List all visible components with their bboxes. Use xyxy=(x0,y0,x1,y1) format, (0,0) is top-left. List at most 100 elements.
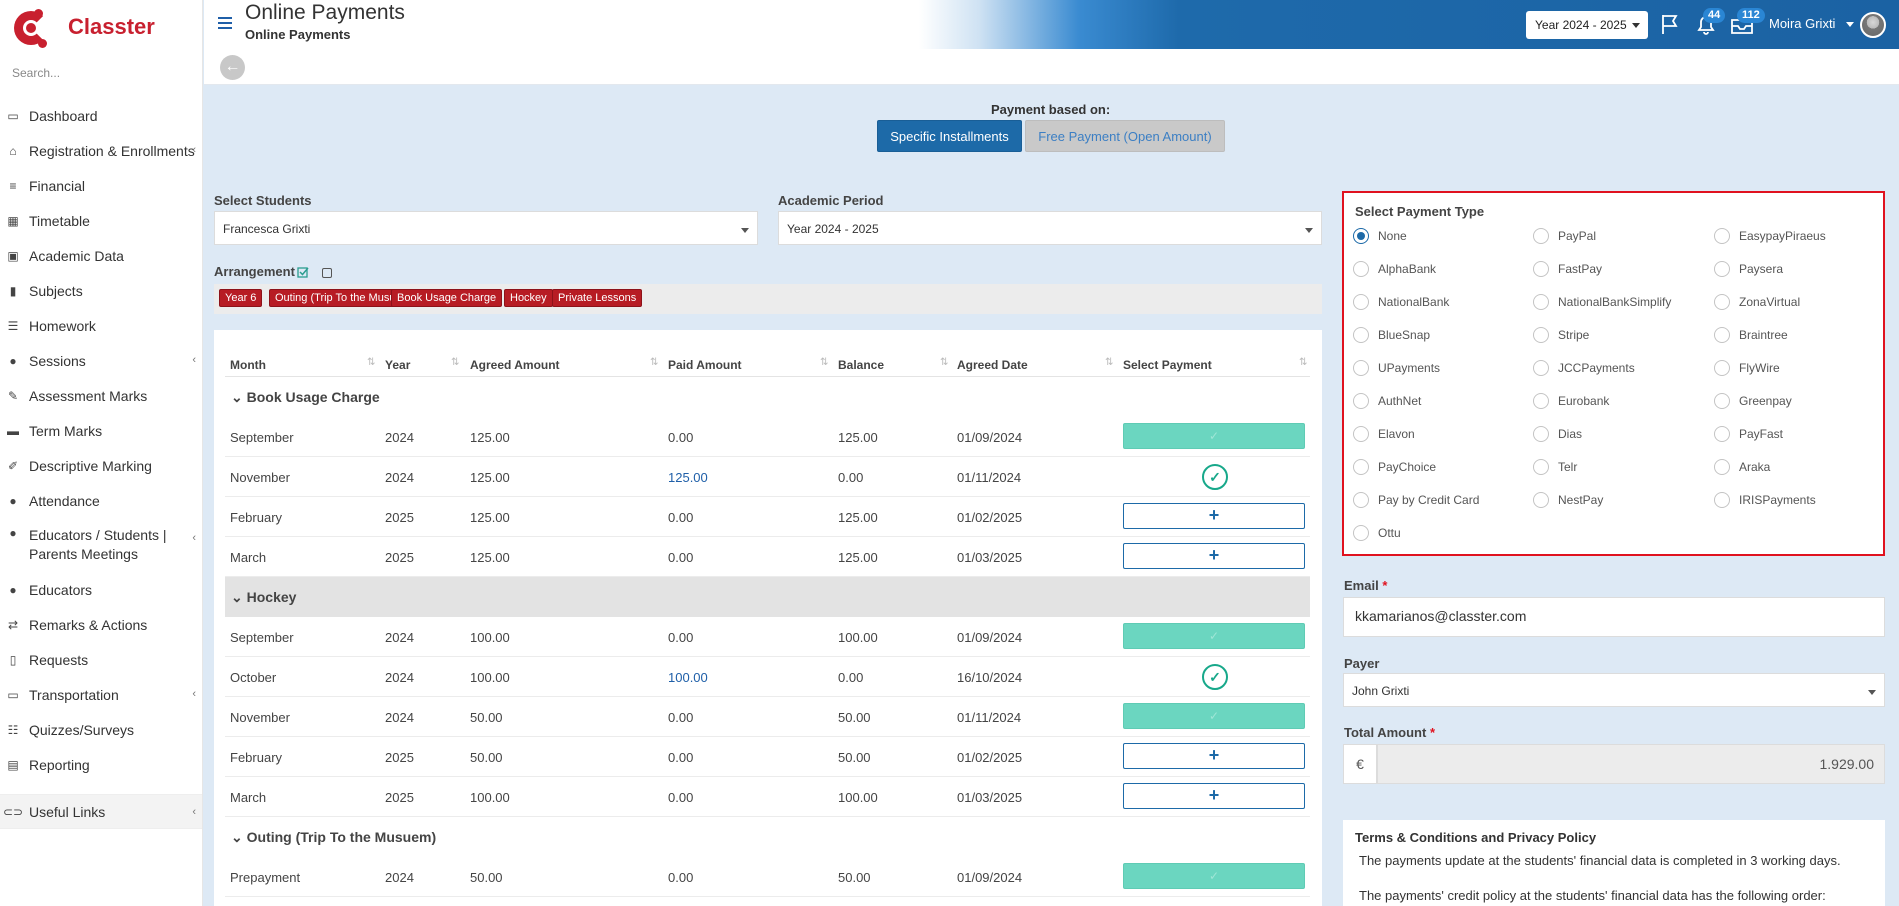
square-icon[interactable] xyxy=(322,268,332,278)
column-header[interactable]: Month xyxy=(230,358,266,372)
payment-option-stripe[interactable]: Stripe xyxy=(1533,327,1589,343)
sidebar-item[interactable]: ● Attendance xyxy=(0,483,202,518)
sort-icon[interactable]: ⇅ xyxy=(1299,357,1307,368)
payment-option-fastpay[interactable]: FastPay xyxy=(1533,261,1602,277)
free-payment-button[interactable]: Free Payment (Open Amount) xyxy=(1025,120,1225,152)
column-header[interactable]: Year xyxy=(385,358,410,372)
group-row[interactable]: ⌄ Book Usage Charge xyxy=(225,377,1310,417)
user-caret-icon[interactable] xyxy=(1846,22,1854,27)
sidebar-item[interactable]: ● Sessions ‹ xyxy=(0,343,202,378)
sidebar-item[interactable]: ▭ Transportation ‹ xyxy=(0,677,202,712)
column-header[interactable]: Agreed Amount xyxy=(470,358,560,372)
radio-button[interactable] xyxy=(1353,294,1369,310)
payment-option-authnet[interactable]: AuthNet xyxy=(1353,393,1421,409)
radio-button[interactable] xyxy=(1353,492,1369,508)
radio-button[interactable] xyxy=(1353,261,1369,277)
add-payment-button[interactable]: + xyxy=(1123,543,1305,569)
specific-installments-button[interactable]: Specific Installments xyxy=(877,120,1022,152)
radio-button[interactable] xyxy=(1714,459,1730,475)
email-field[interactable]: kkamarianos@classter.com xyxy=(1343,597,1885,637)
radio-button[interactable] xyxy=(1714,360,1730,376)
year-select[interactable]: Year 2024 - 2025 xyxy=(1526,11,1648,39)
payment-option-paypal[interactable]: PayPal xyxy=(1533,228,1596,244)
sidebar-item[interactable]: ▣ Academic Data xyxy=(0,238,202,273)
sort-icon[interactable]: ⇅ xyxy=(1105,357,1113,368)
payment-option-braintree[interactable]: Braintree xyxy=(1714,327,1788,343)
radio-button[interactable] xyxy=(1353,525,1369,541)
radio-button[interactable] xyxy=(1714,492,1730,508)
sort-icon[interactable]: ⇅ xyxy=(367,357,375,368)
sidebar-item[interactable]: ☰ Homework xyxy=(0,308,202,343)
sidebar-item[interactable]: ▦ Timetable xyxy=(0,203,202,238)
sidebar-item[interactable]: ▭ Dashboard xyxy=(0,98,202,133)
sidebar-item[interactable]: ⇄ Remarks & Actions xyxy=(0,607,202,642)
radio-button[interactable] xyxy=(1533,261,1549,277)
sidebar-item[interactable]: ✐ Descriptive Marking xyxy=(0,448,202,483)
sort-icon[interactable]: ⇅ xyxy=(650,357,658,368)
arrangement-tag[interactable]: Year 6 xyxy=(219,289,263,307)
add-payment-button[interactable]: + xyxy=(1123,743,1305,769)
payment-option-ottu[interactable]: Ottu xyxy=(1353,525,1401,541)
back-arrow-icon[interactable]: ← xyxy=(220,55,245,80)
payment-option-upayments[interactable]: UPayments xyxy=(1353,360,1440,376)
payment-option-payfast[interactable]: PayFast xyxy=(1714,426,1783,442)
payment-option-dias[interactable]: Dias xyxy=(1533,426,1582,442)
payment-option-pay-by-credit-card[interactable]: Pay by Credit Card xyxy=(1353,492,1479,508)
column-header[interactable]: Select Payment xyxy=(1123,358,1212,372)
radio-button[interactable] xyxy=(1353,360,1369,376)
payment-option-irispayments[interactable]: IRISPayments xyxy=(1714,492,1816,508)
radio-button[interactable] xyxy=(1533,360,1549,376)
payment-option-nestpay[interactable]: NestPay xyxy=(1533,492,1603,508)
radio-button[interactable] xyxy=(1533,492,1549,508)
radio-button[interactable] xyxy=(1533,228,1549,244)
sidebar-search-input[interactable]: Search... xyxy=(0,54,202,86)
radio-button[interactable] xyxy=(1714,294,1730,310)
sidebar-item[interactable]: ▮ Subjects xyxy=(0,273,202,308)
payment-option-elavon[interactable]: Elavon xyxy=(1353,426,1415,442)
radio-button[interactable] xyxy=(1353,228,1369,244)
group-row[interactable]: ⌄ Outing (Trip To the Musuem) xyxy=(225,817,1310,857)
payment-option-eurobank[interactable]: Eurobank xyxy=(1533,393,1609,409)
sidebar-item[interactable]: ⌂ Registration & Enrollments ‹ xyxy=(0,133,202,168)
radio-button[interactable] xyxy=(1353,327,1369,343)
cell-paid[interactable]: 100.00 xyxy=(668,670,708,685)
sidebar-item-useful-links[interactable]: ⊂⊃ Useful Links ‹ xyxy=(0,794,202,829)
payment-option-telr[interactable]: Telr xyxy=(1533,459,1577,475)
radio-button[interactable] xyxy=(1353,393,1369,409)
payment-option-greenpay[interactable]: Greenpay xyxy=(1714,393,1792,409)
payment-option-paychoice[interactable]: PayChoice xyxy=(1353,459,1436,475)
sort-icon[interactable]: ⇅ xyxy=(451,357,459,368)
add-payment-button[interactable]: + xyxy=(1123,783,1305,809)
flag-icon[interactable] xyxy=(1660,13,1680,35)
radio-button[interactable] xyxy=(1533,327,1549,343)
arrangement-tag[interactable]: Book Usage Charge xyxy=(391,289,503,307)
payment-option-flywire[interactable]: FlyWire xyxy=(1714,360,1780,376)
user-name[interactable]: Moira Grixti xyxy=(1769,16,1835,31)
payer-select[interactable]: John Grixti xyxy=(1343,673,1885,707)
check-square-icon[interactable] xyxy=(297,266,309,278)
logo[interactable]: Classter xyxy=(0,0,202,54)
radio-button[interactable] xyxy=(1533,426,1549,442)
academic-period-select[interactable]: Year 2024 - 2025 xyxy=(778,211,1322,245)
avatar[interactable] xyxy=(1860,12,1886,38)
radio-button[interactable] xyxy=(1714,327,1730,343)
radio-button[interactable] xyxy=(1533,459,1549,475)
sidebar-item[interactable]: ▬ Term Marks xyxy=(0,413,202,448)
radio-button[interactable] xyxy=(1533,393,1549,409)
radio-button[interactable] xyxy=(1533,294,1549,310)
sidebar-item[interactable]: ▤ Reporting xyxy=(0,747,202,782)
column-header[interactable]: Agreed Date xyxy=(957,358,1028,372)
radio-button[interactable] xyxy=(1714,228,1730,244)
payment-option-araka[interactable]: Araka xyxy=(1714,459,1770,475)
payment-option-jccpayments[interactable]: JCCPayments xyxy=(1533,360,1635,376)
radio-button[interactable] xyxy=(1714,393,1730,409)
add-payment-button[interactable]: + xyxy=(1123,503,1305,529)
payment-option-nationalbank[interactable]: NationalBank xyxy=(1353,294,1449,310)
sort-icon[interactable]: ⇅ xyxy=(940,357,948,368)
payment-option-paysera[interactable]: Paysera xyxy=(1714,261,1783,277)
students-select[interactable]: Francesca Grixti xyxy=(214,211,758,245)
arrangement-tag[interactable]: Private Lessons xyxy=(552,289,643,307)
payment-option-none[interactable]: None xyxy=(1353,228,1407,244)
column-header[interactable]: Paid Amount xyxy=(668,358,742,372)
sidebar-item[interactable]: ≡ Financial xyxy=(0,168,202,203)
